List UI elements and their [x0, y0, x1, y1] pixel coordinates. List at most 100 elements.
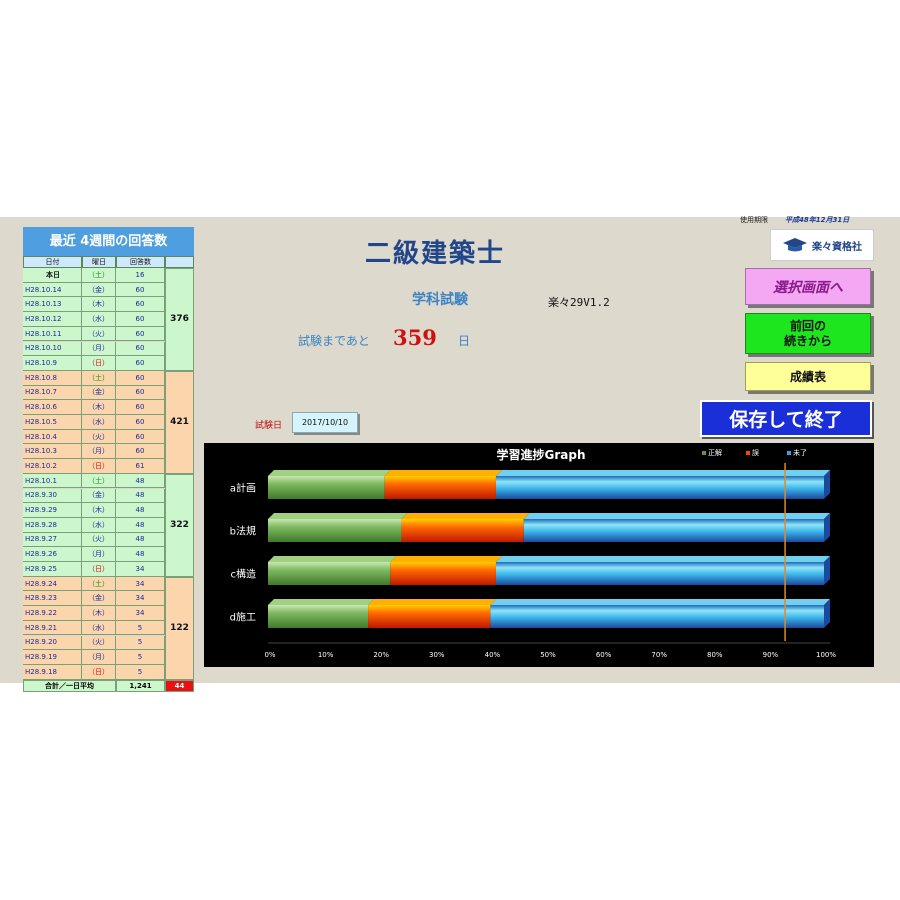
row-count: 34 [116, 576, 165, 592]
x-tick-label: 100% [816, 651, 836, 659]
row-count: 48 [116, 517, 165, 533]
bar-segment-top [490, 599, 830, 605]
select-screen-button[interactable]: 選択画面へ [745, 268, 871, 305]
x-tick-label: 80% [707, 651, 723, 659]
table-row: H28.10.11 （火） 60 [23, 326, 165, 342]
row-date: H28.9.21 [23, 620, 82, 636]
row-date: H28.10.1 [23, 473, 82, 489]
row-date: H28.9.22 [23, 606, 82, 621]
bar-segment [384, 476, 496, 499]
row-date: H28.9.25 [23, 562, 82, 577]
x-tick-label: 20% [373, 651, 389, 659]
chart-plot-area: a計画 b法規 c構造 d施工 0% 10% 20% 30% 40% 50% 60% 70% 80% 90… [230, 463, 836, 659]
row-day: （月） [82, 650, 116, 665]
bar-segment-top [390, 556, 502, 562]
table-row: H28.10.7 （金） 60 [23, 385, 165, 401]
row-date: H28.9.26 [23, 547, 82, 562]
row-day: （金） [82, 488, 116, 504]
continue-label-line1: 前回の [789, 318, 826, 333]
x-tick-label: 70% [651, 651, 667, 659]
row-day: （金） [82, 385, 116, 401]
row-count: 61 [116, 459, 165, 474]
bar-segment-top [495, 470, 830, 476]
row-day: （土） [82, 370, 116, 386]
row-count: 48 [116, 488, 165, 504]
col-header-date: 日付 [23, 256, 82, 268]
bar-segment [368, 605, 491, 628]
row-day: （土） [82, 473, 116, 489]
footer-total: 1,241 [116, 679, 165, 692]
row-day: （火） [82, 532, 116, 548]
progress-chart-svg: 学習進捗Graph 正解 誤 未了 a計画 b法規 c構造 d施工 0% 10% 20% 30% 4… [230, 447, 837, 659]
row-count: 5 [116, 635, 165, 651]
recent-answers-title: 最近 4週間の回答数 [23, 227, 194, 256]
save-exit-button[interactable]: 保存して終了 [700, 400, 872, 437]
row-day: （土） [82, 576, 116, 592]
table-row: H28.10.13 （木） 60 [23, 297, 165, 313]
row-date: H28.10.12 [23, 312, 82, 327]
week-total: 122 [165, 576, 194, 680]
row-count: 48 [116, 473, 165, 489]
row-date: H28.10.14 [23, 282, 82, 298]
category-label: d施工 [230, 611, 256, 624]
table-row: H28.9.25 （日） 34 [23, 562, 165, 577]
table-row: H28.9.21 （水） 5 [23, 620, 165, 636]
answers-table-footer: 合計／一日平均 1,241 44 [23, 679, 194, 692]
row-count: 60 [116, 370, 165, 386]
chart-legend: 正解 誤 未了 [702, 448, 807, 457]
bar-segment [268, 519, 402, 542]
row-count: 16 [116, 268, 165, 283]
continue-label-line2: 続きから [783, 333, 832, 348]
exam-date-field[interactable]: 2017/10/10 [292, 412, 358, 433]
category-label: b法規 [230, 525, 256, 538]
row-date: H28.9.29 [23, 503, 82, 518]
bar-segment [495, 562, 824, 585]
bar-segment [268, 562, 391, 585]
row-count: 60 [116, 429, 165, 445]
table-row: 本日 （土） 16 [23, 268, 165, 283]
row-day: （水） [82, 312, 116, 327]
app-title: 二級建築士 [364, 239, 505, 269]
table-row: H28.10.9 （日） 60 [23, 356, 165, 371]
continue-button[interactable]: 前回の 続きから [745, 313, 871, 354]
row-count: 60 [116, 415, 165, 430]
row-day: （火） [82, 635, 116, 651]
row-date: H28.9.19 [23, 650, 82, 665]
row-day: （木） [82, 297, 116, 313]
table-row: H28.10.1 （土） 48 [23, 473, 165, 489]
table-row: H28.10.14 （金） 60 [23, 282, 165, 298]
bar-segment [401, 519, 524, 542]
table-row: H28.10.6 （木） 60 [23, 400, 165, 415]
bar-segment [490, 605, 824, 628]
legend-label: 誤 [752, 448, 759, 457]
results-button[interactable]: 成績表 [745, 362, 871, 391]
table-row: H28.10.5 （水） 60 [23, 415, 165, 430]
row-day: （月） [82, 547, 116, 562]
row-count: 60 [116, 341, 165, 357]
row-day: （水） [82, 620, 116, 636]
row-date: 本日 [23, 268, 82, 283]
row-count: 5 [116, 620, 165, 636]
row-day: （火） [82, 429, 116, 445]
footer-average: 44 [165, 679, 194, 692]
row-day: （日） [82, 562, 116, 577]
table-row: H28.9.24 （土） 34 [23, 576, 165, 592]
table-row: H28.9.30 （金） 48 [23, 488, 165, 504]
exam-subtitle: 学科試験 [412, 292, 468, 308]
x-tick-label: 40% [485, 651, 501, 659]
version-label: 楽々29V1.2 [548, 296, 610, 309]
row-date: H28.10.6 [23, 400, 82, 415]
table-row: H28.9.20 （火） 5 [23, 635, 165, 651]
col-header-count: 回答数 [116, 256, 165, 268]
x-tick-label: 30% [429, 651, 445, 659]
week-total: 376 [165, 268, 194, 371]
x-tick-label: 10% [318, 651, 334, 659]
row-date: H28.10.13 [23, 297, 82, 313]
bar-segment-top [268, 513, 408, 519]
row-day: （木） [82, 400, 116, 415]
row-count: 48 [116, 503, 165, 518]
row-day: （月） [82, 341, 116, 357]
graduation-cap-icon [783, 238, 807, 252]
row-day: （木） [82, 606, 116, 621]
bar-segment-top [268, 470, 391, 476]
